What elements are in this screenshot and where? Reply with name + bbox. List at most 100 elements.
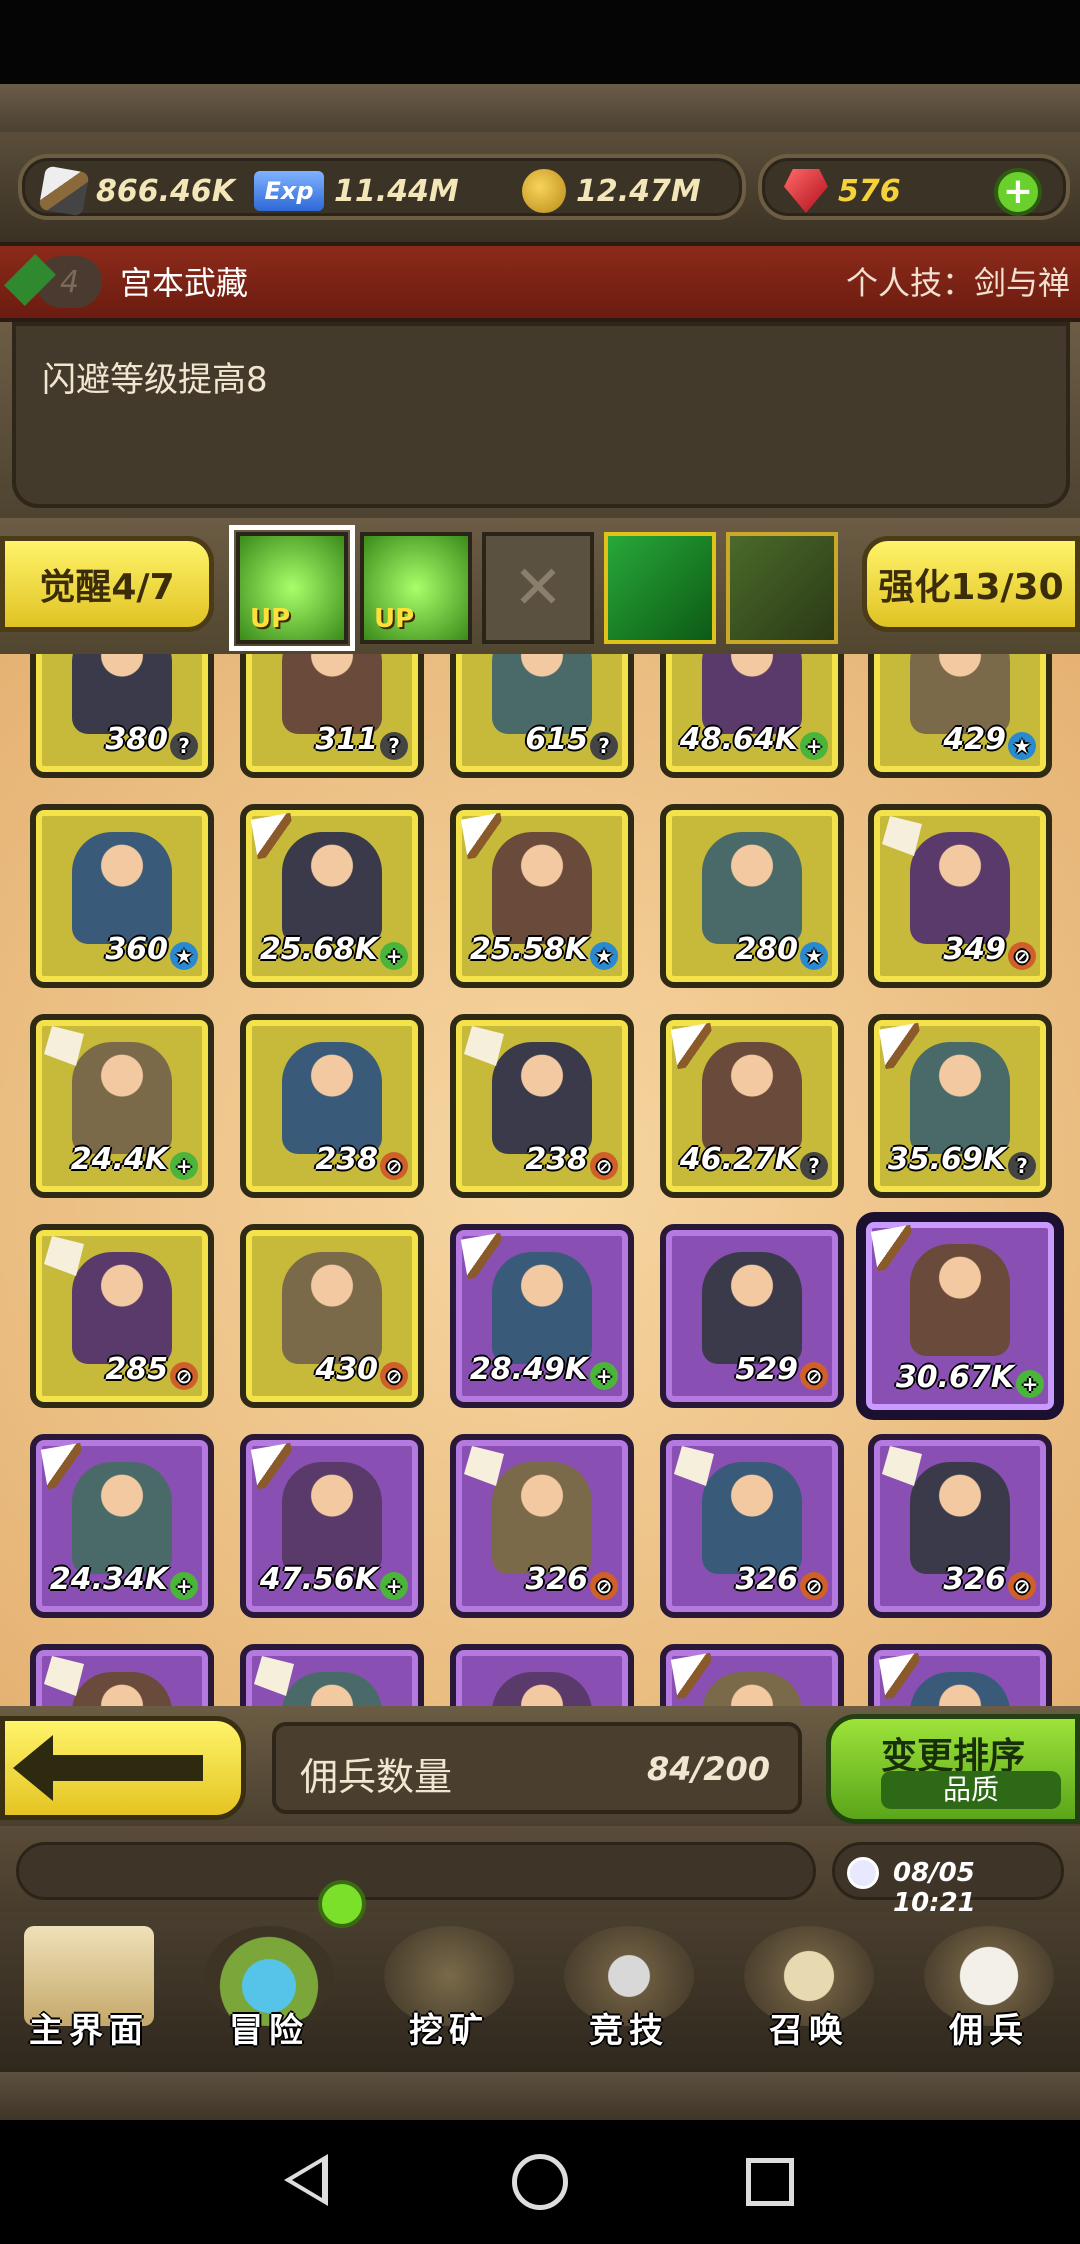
mercenary-card[interactable]: 280 ★ — [660, 804, 844, 988]
skill-slot-empty[interactable]: ✕ — [482, 532, 594, 644]
add-gems-button[interactable]: + — [994, 168, 1042, 216]
nav-label: 召唤 — [769, 2011, 849, 2051]
power-value: 46.27K — [679, 1142, 798, 1177]
change-sort-button[interactable]: 变更排序 品质 — [826, 1714, 1080, 1824]
mercenary-card[interactable]: 35.69K? — [868, 1014, 1052, 1198]
mercenary-card[interactable] — [660, 1644, 844, 1706]
mercenary-power: 529 ⊘ — [666, 1352, 828, 1390]
power-value: 48.64K — [679, 722, 798, 757]
home-circle-icon[interactable] — [512, 2154, 568, 2210]
attack-value: 866.46K — [96, 173, 236, 209]
description-panel: 闪避等级提高8 — [0, 322, 1080, 518]
status-badge-icon: + — [380, 942, 408, 970]
nav-main[interactable]: 主界面 — [4, 1912, 174, 2062]
mercenary-card[interactable]: 25.58K ★ — [450, 804, 634, 988]
mercenary-card[interactable]: 24.34K + — [30, 1434, 214, 1618]
status-badge-icon: ? — [380, 732, 408, 760]
mercenary-card[interactable]: 349 ⊘ — [868, 804, 1052, 988]
message-bar: 08/05 10:21 — [0, 1826, 1080, 1918]
mercenary-card[interactable]: 326 ⊘ — [660, 1434, 844, 1618]
mercenary-card[interactable]: 285 ⊘ — [30, 1224, 214, 1408]
mercenary-card[interactable]: 326 ⊘ — [450, 1434, 634, 1618]
power-value: 429 — [943, 722, 1006, 757]
sword-tag-icon — [670, 1022, 718, 1070]
power-value: 311 — [315, 722, 378, 757]
mercenary-portrait — [910, 1042, 1010, 1154]
skill-slot-scroll[interactable] — [726, 532, 838, 644]
mercenary-card[interactable]: 47.56K + — [240, 1434, 424, 1618]
mercenary-card[interactable]: 28.49K + — [450, 1224, 634, 1408]
up-label-2: UP — [374, 604, 415, 634]
nav-adventure[interactable]: 冒险 — [184, 1912, 354, 2062]
power-value: 529 — [735, 1352, 798, 1387]
skill-slot-up-2[interactable]: UP — [360, 532, 472, 644]
mercenary-card[interactable]: 529 ⊘ — [660, 1224, 844, 1408]
nav-mercenary[interactable]: 佣兵 — [904, 1912, 1074, 2062]
skill-slot-up[interactable]: UP — [229, 525, 355, 651]
chat-message-box[interactable] — [16, 1842, 816, 1900]
nav-summon[interactable]: 召唤 — [724, 1912, 894, 2062]
exp-icon: Exp — [254, 171, 324, 211]
mercenary-portrait — [282, 1462, 382, 1574]
mercenary-card[interactable]: 326 ⊘ — [868, 1434, 1052, 1618]
awaken-button[interactable]: 觉醒4/7 — [0, 536, 214, 632]
status-badge-icon: ★ — [170, 942, 198, 970]
mercenary-power: 47.56K + — [246, 1562, 408, 1600]
sword-tag-icon — [460, 812, 508, 860]
mercenary-card[interactable]: 360 ★ — [30, 804, 214, 988]
mercenary-portrait — [492, 1462, 592, 1574]
mercenary-portrait — [702, 832, 802, 944]
ruby-icon — [784, 169, 828, 213]
mercenary-card[interactable]: 615? — [450, 654, 634, 778]
mercenary-card[interactable]: 380? — [30, 654, 214, 778]
gem-value: 576 — [838, 173, 901, 209]
recents-square-icon[interactable] — [746, 2158, 794, 2206]
mercenary-card[interactable]: 24.4K + — [30, 1014, 214, 1198]
exp-resource: Exp 11.44M — [254, 158, 459, 224]
enhance-button[interactable]: 强化13/30 — [862, 536, 1080, 632]
description-text: 闪避等级提高8 — [42, 360, 268, 400]
nav-mining[interactable]: 挖矿 — [364, 1912, 534, 2062]
mercenary-card[interactable]: 238 ⊘ — [240, 1014, 424, 1198]
mercenary-card[interactable] — [868, 1644, 1052, 1706]
time-text: 08/05 10:21 — [893, 1858, 976, 1918]
mercenary-portrait — [282, 1252, 382, 1364]
mercenary-power: 30.67K + — [866, 1360, 1044, 1398]
mercenary-portrait — [282, 832, 382, 944]
exp-value: 11.44M — [334, 173, 459, 209]
mercenary-card[interactable]: 429 ★ — [868, 654, 1052, 778]
back-button[interactable] — [0, 1716, 246, 1820]
nav-arena[interactable]: 竞技 — [544, 1912, 714, 2062]
mercenary-card[interactable] — [240, 1644, 424, 1706]
mercenary-portrait — [702, 1672, 802, 1706]
mercenary-card[interactable] — [30, 1644, 214, 1706]
skill-slot-sword[interactable] — [604, 532, 716, 644]
gold-resource: 12.47M — [522, 158, 701, 224]
status-badge-icon: + — [170, 1152, 198, 1180]
mercenary-card[interactable]: 311? — [240, 654, 424, 778]
mercenary-card[interactable]: 48.64K + — [660, 654, 844, 778]
mercenary-card[interactable]: 238 ⊘ — [450, 1014, 634, 1198]
mercenary-card[interactable]: 30.67K + — [860, 1216, 1060, 1416]
mercenary-card[interactable]: 430 ⊘ — [240, 1224, 424, 1408]
back-triangle-icon[interactable] — [284, 2154, 328, 2206]
mercenary-portrait — [492, 1672, 592, 1706]
power-value: 35.69K — [887, 1142, 1006, 1177]
status-badge-icon: ⊘ — [1008, 942, 1036, 970]
power-value: 24.34K — [49, 1562, 168, 1597]
mercenary-power: 326 ⊘ — [666, 1562, 828, 1600]
mercenary-power: 238 ⊘ — [456, 1142, 618, 1180]
resource-bar: 866.46K Exp 11.44M 12.47M 576 + — [0, 132, 1080, 242]
mercenary-grid[interactable]: 380? 311? 615? 48.64K +429 ★ 360 ★ 25.68K +25.58K… — [0, 654, 1080, 1706]
mercenary-card[interactable] — [450, 1644, 634, 1706]
status-badge-icon: ⊘ — [800, 1572, 828, 1600]
mercenary-portrait — [910, 832, 1010, 944]
mercenary-card[interactable]: 46.27K? — [660, 1014, 844, 1198]
mercenary-card[interactable]: 25.68K + — [240, 804, 424, 988]
nav-label: 佣兵 — [949, 2011, 1029, 2051]
status-badge-icon: + — [800, 732, 828, 760]
nav-label: 冒险 — [229, 2011, 309, 2051]
gem-resource: 576 — [784, 158, 901, 224]
status-badge-icon: + — [380, 1572, 408, 1600]
sword-icon — [38, 165, 90, 217]
